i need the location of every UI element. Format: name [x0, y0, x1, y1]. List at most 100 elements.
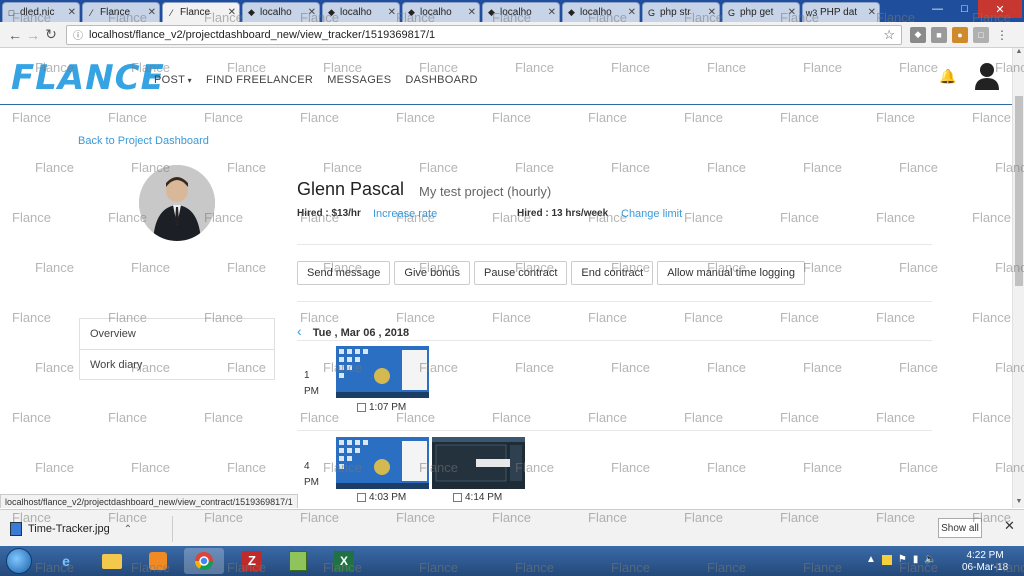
close-tab-icon[interactable]: ✕: [868, 7, 876, 18]
show-all-button[interactable]: Show all: [938, 518, 982, 538]
close-tab-icon[interactable]: ✕: [228, 7, 236, 18]
freelancer-avatar: [139, 165, 215, 241]
extension-icon[interactable]: ■: [931, 26, 947, 43]
scroll-up-icon[interactable]: ▲: [1013, 48, 1024, 58]
download-item[interactable]: Time-Tracker.jpg ⌃: [10, 518, 170, 540]
tray-app-icon[interactable]: [881, 554, 892, 565]
freelancer-name: Glenn Pascal: [297, 179, 405, 199]
close-tab-icon[interactable]: ✕: [548, 7, 556, 18]
close-tab-icon[interactable]: ✕: [388, 7, 396, 18]
close-window-icon[interactable]: ✕: [978, 0, 1022, 18]
close-tab-icon[interactable]: ✕: [628, 7, 636, 18]
slot-hour: 4: [304, 461, 310, 472]
web-page: FLANCE POST ▾ FIND FREELANCER MESSAGES D…: [0, 48, 1012, 508]
shield-extension-icon[interactable]: ◆: [910, 26, 926, 43]
increase-rate-link[interactable]: Increase rate: [373, 208, 437, 220]
allow-manual-time-button[interactable]: Allow manual time logging: [657, 261, 805, 285]
screenshot-caption: 4:03 PM: [357, 492, 406, 503]
notification-bell-icon[interactable]: 🔔: [939, 68, 956, 85]
divider: [172, 516, 173, 542]
close-icon[interactable]: ✕: [1004, 518, 1015, 534]
browser-tab-label: localho: [260, 7, 292, 18]
chevron-left-icon[interactable]: ‹: [297, 323, 302, 339]
image-file-icon: [10, 522, 22, 536]
nav-find-freelancer[interactable]: FIND FREELANCER: [206, 74, 313, 86]
screenshot-thumbnail[interactable]: [336, 437, 429, 489]
browser-tab[interactable]: Gphp get ✕: [722, 2, 800, 22]
close-tab-icon[interactable]: ✕: [468, 7, 476, 18]
key-extension-icon[interactable]: ●: [952, 26, 968, 43]
browser-tab[interactable]: ◆ localho ✕: [242, 2, 320, 22]
excel-taskbar-icon[interactable]: X: [324, 548, 364, 574]
back-arrow-icon[interactable]: ←: [6, 27, 24, 43]
end-contract-button[interactable]: End contract: [571, 261, 654, 285]
notepad-taskbar-icon[interactable]: [278, 548, 318, 574]
screenshot-time: 1:07 PM: [369, 402, 407, 413]
clock-time: 4:22 PM: [966, 550, 1004, 561]
volume-icon[interactable]: 🔈: [924, 554, 936, 565]
back-to-dashboard-link[interactable]: Back to Project Dashboard: [78, 135, 209, 147]
screenshot-checkbox[interactable]: [357, 403, 366, 412]
taskbar-clock[interactable]: 4:22 PM 06-Mar-18: [962, 550, 1008, 574]
scroll-down-icon[interactable]: ▼: [1013, 498, 1024, 508]
browser-tab[interactable]: w3 PHP dat ✕: [802, 2, 880, 22]
browser-tab[interactable]: Gphp str ✕: [642, 2, 720, 22]
menu-dots-icon[interactable]: ⋮: [994, 27, 1010, 43]
tray-expand-icon[interactable]: ▲: [866, 554, 876, 565]
filezilla-taskbar-icon[interactable]: Z: [232, 548, 272, 574]
network-icon[interactable]: ▮: [913, 554, 919, 565]
scrollbar-thumb[interactable]: [1015, 96, 1023, 286]
google-icon: G: [647, 7, 655, 18]
nav-dashboard[interactable]: DASHBOARD: [405, 74, 477, 86]
url-input[interactable]: ⓘ localhost/flance_v2/projectdashboard_n…: [66, 24, 902, 45]
browser-tab[interactable]: ◆ localho ✕: [322, 2, 400, 22]
info-icon[interactable]: ⓘ: [73, 27, 83, 42]
minimize-icon[interactable]: —: [924, 0, 951, 18]
nav-messages[interactable]: MESSAGES: [327, 74, 391, 86]
page-scrollbar[interactable]: ▲ ▼: [1012, 48, 1024, 508]
close-tab-icon[interactable]: ✕: [308, 7, 316, 18]
screenshot-thumbnail[interactable]: [432, 437, 525, 489]
maximize-icon[interactable]: □: [951, 0, 978, 18]
close-tab-icon[interactable]: ✕: [68, 7, 76, 18]
chevron-up-icon[interactable]: ⌃: [124, 524, 132, 535]
pause-contract-button[interactable]: Pause contract: [474, 261, 568, 285]
nav-post[interactable]: POST ▾: [154, 74, 192, 86]
hired-rate: Hired : $13/hr: [297, 208, 361, 219]
download-filename: Time-Tracker.jpg: [28, 523, 110, 535]
close-tab-icon[interactable]: ✕: [788, 7, 796, 18]
flance-logo[interactable]: FLANCE: [11, 58, 165, 98]
bookmark-star-icon[interactable]: ☆: [883, 27, 895, 43]
caret-down-icon: ▾: [185, 76, 192, 85]
explorer-taskbar-icon[interactable]: [92, 548, 132, 574]
screenshot-thumbnail[interactable]: [336, 346, 429, 398]
menu-work-diary[interactable]: Work diary: [80, 349, 274, 379]
screenshot-checkbox[interactable]: [357, 493, 366, 502]
nav-post-label: POST: [154, 74, 186, 86]
browser-tab[interactable]: ◆ localho ✕: [562, 2, 640, 22]
change-limit-link[interactable]: Change limit: [621, 208, 682, 220]
browser-tab[interactable]: ◆ localho ✕: [402, 2, 480, 22]
browser-tab-label: Flance: [180, 7, 211, 18]
give-bonus-button[interactable]: Give bonus: [394, 261, 471, 285]
flag-icon[interactable]: ⚑: [898, 554, 907, 565]
close-tab-icon[interactable]: ✕: [148, 7, 156, 18]
reload-icon[interactable]: ↻: [42, 26, 60, 43]
project-title: My test project (hourly): [419, 184, 552, 199]
menu-overview[interactable]: Overview: [80, 319, 274, 349]
ie-taskbar-icon[interactable]: e: [46, 548, 86, 574]
browser-tab[interactable]: ⁄ Flance ✕: [162, 2, 240, 22]
screenshot-checkbox[interactable]: [453, 493, 462, 502]
start-button-icon[interactable]: [6, 548, 32, 574]
extension-icon[interactable]: □: [973, 26, 989, 43]
send-message-button[interactable]: Send message: [297, 261, 391, 285]
browser-tab[interactable]: ⁄ Flance ✕: [82, 2, 160, 22]
browser-tab[interactable]: □ dled.nic ✕: [2, 2, 80, 22]
close-tab-icon[interactable]: ✕: [708, 7, 716, 18]
browser-tab[interactable]: ◆ localho ✕: [482, 2, 560, 22]
media-player-taskbar-icon[interactable]: [138, 548, 178, 574]
forward-arrow-icon[interactable]: →: [24, 27, 42, 43]
pma-icon: ◆: [328, 7, 335, 17]
user-avatar-icon[interactable]: [974, 62, 1000, 90]
chrome-taskbar-icon[interactable]: [184, 548, 224, 574]
